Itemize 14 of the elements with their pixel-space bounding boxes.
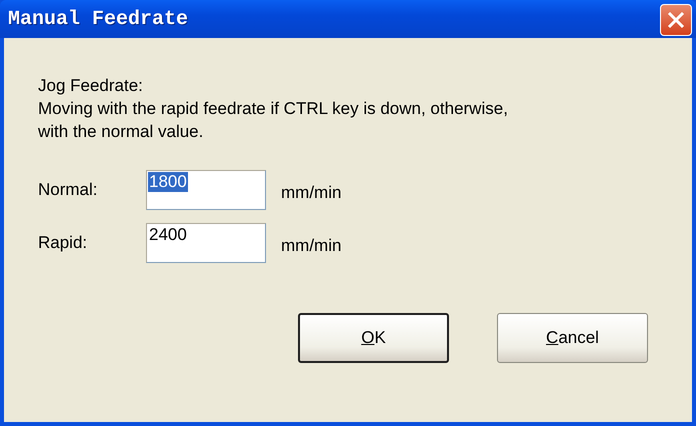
description-text: Jog Feedrate: <box>38 75 144 97</box>
description-text: with the normal value. <box>38 121 204 143</box>
description-text: Moving with the rapid feedrate if CTRL key is down, otherwise, <box>38 98 509 120</box>
dialog-button[interactable]: OK <box>298 313 449 363</box>
close-icon <box>667 11 685 29</box>
field-label: Normal: <box>38 180 99 200</box>
dialog-button[interactable]: Cancel <box>497 313 648 363</box>
input-field[interactable]: 1800 <box>146 170 266 210</box>
field-label: Rapid: <box>38 233 88 253</box>
unit-label: mm/min <box>281 183 342 203</box>
input-field[interactable]: 2400 <box>146 223 266 263</box>
close-button[interactable] <box>660 4 692 36</box>
window-title: Manual Feedrate <box>8 8 188 30</box>
unit-label: mm/min <box>281 236 342 256</box>
